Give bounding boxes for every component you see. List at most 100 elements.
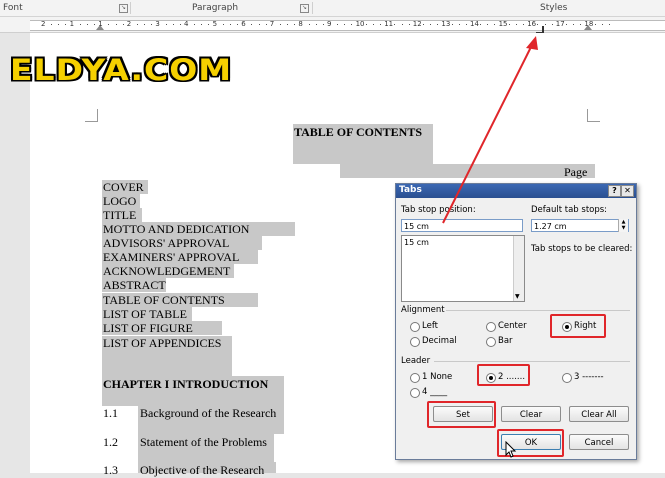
leader-dashes-radio[interactable]	[562, 373, 572, 383]
ruler-track	[30, 20, 665, 31]
clear-button[interactable]: Clear	[501, 406, 561, 422]
default-tab-stops-input[interactable]: 1.27 cm ▲ ▼	[531, 219, 629, 232]
ruler-tick	[344, 24, 346, 25]
leader-label: Leader	[401, 356, 431, 366]
annotation-box-leader	[477, 364, 530, 386]
alignment-center-radio[interactable]	[486, 322, 496, 332]
alignment-label: Alignment	[401, 305, 445, 315]
ruler-tick	[515, 24, 517, 25]
leader-none-radio[interactable]	[410, 373, 420, 383]
ruler-tick	[308, 24, 310, 25]
ribbon-group-bar: Font ↘ Paragraph ↘ Styles	[0, 0, 665, 17]
tab-stops-listbox[interactable]: 15 cm ▼	[401, 235, 525, 302]
toc-entry: TITLE	[103, 208, 137, 222]
eldya-logo: ELDYA.COM	[10, 51, 233, 88]
subsection-number: 1.1	[103, 406, 118, 420]
ruler-tick	[458, 24, 460, 25]
toc-entry: LIST OF TABLE	[103, 307, 187, 321]
alignment-bar-radio[interactable]	[486, 337, 496, 347]
alignment-center-label[interactable]: Center	[498, 321, 527, 331]
ruler-tick	[144, 24, 146, 25]
ruler-tick	[351, 24, 353, 25]
leader-underline-label[interactable]: 4 ____	[422, 387, 447, 397]
ruler-tick	[279, 24, 281, 25]
ruler-tick	[287, 24, 289, 25]
leader-none-label[interactable]: 1 None	[422, 372, 452, 382]
ruler-number: 1	[69, 20, 75, 28]
margin-corner-top-left	[85, 109, 98, 122]
close-button[interactable]: ✕	[621, 185, 634, 197]
leader-underline-radio[interactable]	[410, 388, 420, 398]
toc-entry: MOTTO AND DEDICATION	[103, 222, 250, 236]
ruler-tick	[422, 24, 424, 25]
ruler-number: 15	[498, 20, 508, 28]
ruler-number: 3	[155, 20, 160, 28]
ruler-tick	[394, 24, 396, 25]
ruler-number: 14	[470, 20, 479, 28]
alignment-decimal-radio[interactable]	[410, 337, 420, 347]
dialog-titlebar[interactable]: Tabs ? ✕	[396, 184, 636, 198]
ruler-number: 18	[584, 20, 594, 28]
toc-entry: ADVISORS' APPROVAL	[103, 236, 230, 250]
cancel-button[interactable]: Cancel	[569, 434, 629, 450]
alignment-left-radio[interactable]	[410, 322, 420, 332]
ribbon-group-styles[interactable]: Styles	[540, 3, 567, 13]
subsection-title: Statement of the Problems	[140, 435, 267, 449]
ruler-tick	[65, 24, 67, 25]
ruler-number: 13	[441, 20, 451, 28]
ruler-number: 16	[527, 20, 537, 28]
ribbon-group-font[interactable]: Font	[3, 3, 23, 13]
ruler-tick	[251, 24, 253, 25]
listbox-scrollbar[interactable]: ▼	[513, 236, 524, 301]
ruler-tick	[51, 24, 53, 25]
ruler-tick	[372, 24, 374, 25]
subsection-number: 1.2	[103, 435, 118, 449]
toc-entry: TABLE OF CONTENTS	[103, 293, 225, 307]
ruler-tick	[315, 24, 317, 25]
ruler-tick	[136, 24, 138, 25]
tab-stop-list-item[interactable]: 15 cm	[404, 238, 429, 247]
ruler-tick	[408, 24, 410, 25]
ribbon-separator	[312, 2, 313, 14]
horizontal-ruler[interactable]: 2 1 1 2 3 4 5 6 7 8 9 10 11 12 13 14 15 16 17 18	[0, 17, 665, 34]
ruler-number: 1	[98, 20, 103, 28]
toc-entry: ACKNOWLEDGEMENT	[103, 264, 231, 278]
ruler-number: 9	[327, 20, 332, 28]
alignment-bar-label[interactable]: Bar	[498, 336, 513, 346]
alignment-decimal-label[interactable]: Decimal	[422, 336, 457, 346]
tab-stop-position-input[interactable]: 15 cm	[401, 219, 523, 232]
alignment-left-label[interactable]: Left	[422, 321, 438, 331]
ruler-tick	[108, 24, 110, 25]
ruler-tick	[79, 24, 81, 25]
ruler-tick	[208, 24, 210, 25]
ruler-tick	[151, 24, 153, 25]
subsection-number: 1.3	[103, 463, 118, 477]
ribbon-group-paragraph[interactable]: Paragraph	[192, 3, 238, 13]
ruler-tick	[608, 24, 610, 25]
ruler-tick	[494, 24, 496, 25]
ruler-number: 10	[355, 20, 365, 28]
leader-dashes-label[interactable]: 3 -------	[574, 372, 604, 382]
ruler-number: 12	[412, 20, 422, 28]
ruler-tick	[523, 24, 525, 25]
clear-all-button[interactable]: Clear All	[569, 406, 629, 422]
annotation-box-right	[550, 314, 606, 338]
ruler-tick	[465, 24, 467, 25]
help-button[interactable]: ?	[608, 185, 621, 197]
toc-entry: ABSTRACT	[103, 278, 166, 292]
paragraph-dialog-launcher-icon[interactable]: ↘	[300, 4, 309, 13]
ruler-tick	[544, 24, 546, 25]
tab-stops-to-clear-label: Tab stops to be cleared:	[531, 244, 633, 254]
font-dialog-launcher-icon[interactable]: ↘	[119, 4, 128, 13]
ruler-number: 8	[298, 20, 303, 28]
ruler-number: 2	[126, 20, 132, 28]
ruler-tick	[237, 24, 239, 25]
dialog-title: Tabs	[399, 185, 422, 195]
ribbon-separator	[130, 2, 131, 14]
spin-arrows-icon[interactable]: ▲ ▼	[618, 219, 628, 232]
scroll-down-icon[interactable]: ▼	[515, 293, 520, 300]
ruler-tick	[601, 24, 603, 25]
ruler-tick	[58, 24, 60, 25]
margin-corner-top-right	[587, 109, 600, 122]
ruler-tick	[94, 24, 96, 25]
